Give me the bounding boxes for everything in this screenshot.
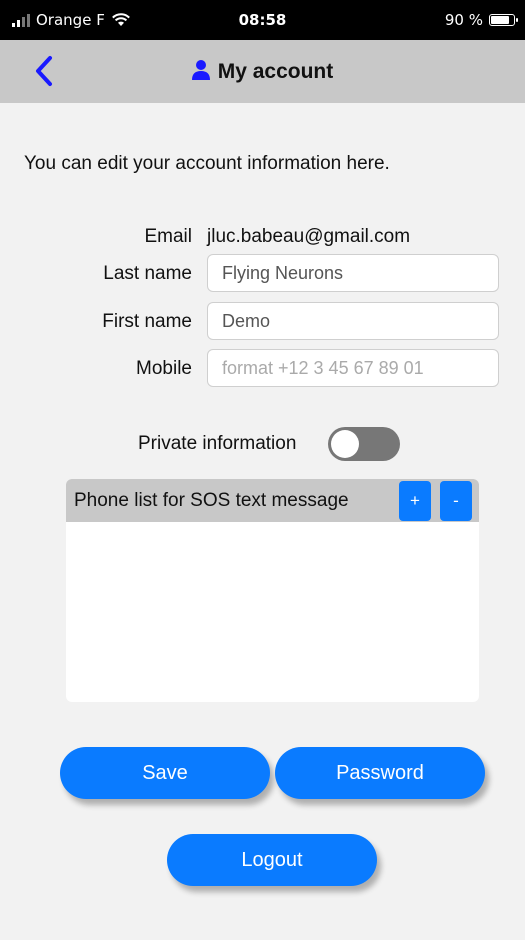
email-row: Email jluc.babeau@gmail.com [0,217,525,255]
add-phone-button[interactable]: + [399,481,431,521]
logout-button[interactable]: Logout [167,834,377,886]
password-button[interactable]: Password [275,747,485,799]
phone-list-panel: Phone list for SOS text message + - [66,479,479,702]
battery-icon [489,14,518,26]
battery-fill [491,16,509,24]
status-bar: Orange F 08:58 90 % [0,0,525,40]
last-name-label: Last name [103,263,192,284]
remove-phone-button[interactable]: - [440,481,472,521]
mobile-label: Mobile [136,358,192,379]
save-button[interactable]: Save [60,747,270,799]
last-name-field[interactable] [207,254,499,292]
mobile-row: Mobile [0,349,525,387]
email-label: Email [144,226,192,247]
nav-bar: My account [0,40,525,103]
private-info-toggle[interactable] [328,427,400,461]
first-name-field[interactable] [207,302,499,340]
battery-percent: 90 % [444,11,483,29]
page-title: My account [0,60,525,84]
status-right: 90 % [444,11,518,29]
phone-list-header: Phone list for SOS text message + - [66,479,479,522]
first-name-row: First name [0,302,525,340]
last-name-row: Last name [0,254,525,292]
private-info-label: Private information [138,433,297,454]
email-value: jluc.babeau@gmail.com [207,226,411,247]
intro-text: You can edit your account information he… [24,153,390,174]
phone-list-title: Phone list for SOS text message [74,490,349,511]
page-title-text: My account [217,60,334,83]
user-icon [191,60,210,80]
toggle-knob [331,430,359,458]
mobile-field[interactable] [207,349,499,387]
first-name-label: First name [102,311,192,332]
